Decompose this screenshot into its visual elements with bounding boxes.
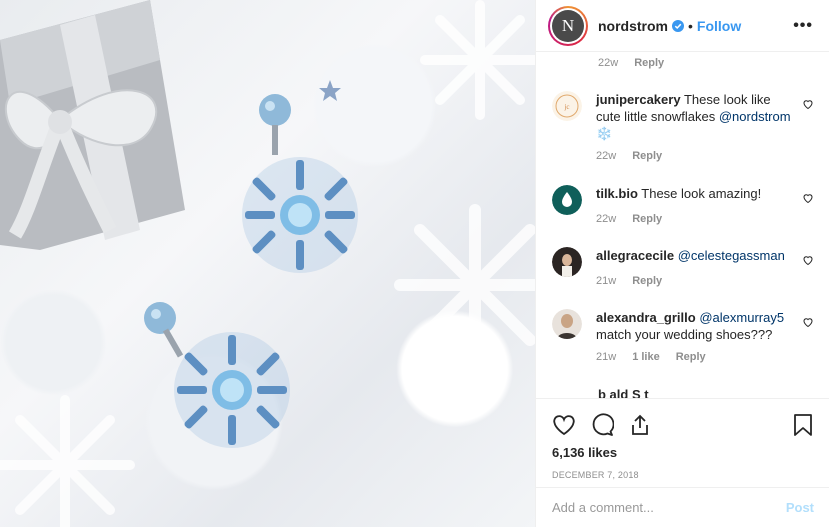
reply-button[interactable]: Reply <box>632 148 662 165</box>
comment-age: 21w <box>596 351 617 363</box>
header-username[interactable]: nordstrom <box>598 18 668 34</box>
comment-like-heart-icon[interactable] <box>802 315 814 333</box>
svg-text:jc: jc <box>563 103 569 111</box>
comment-age: 21w <box>596 275 617 287</box>
comment-meta: 21w 1 like Reply <box>596 349 794 366</box>
snowflake-emoji: ❄️ <box>596 126 613 141</box>
add-comment-bar: Post <box>536 487 829 527</box>
truncated-comment: b ald S t <box>598 387 649 398</box>
comment-meta: 22w Reply <box>596 148 794 165</box>
commenter-avatar[interactable] <box>552 309 582 339</box>
comment-meta: 22w Reply <box>598 57 664 69</box>
commenter-avatar[interactable]: jc <box>552 91 582 121</box>
comment-meta: 22w Reply <box>596 211 794 228</box>
comment-mention[interactable]: @alexmurray5 <box>699 310 784 325</box>
post-comment-button[interactable]: Post <box>786 500 814 515</box>
comment-input[interactable] <box>552 500 786 515</box>
comment-item: allegracecile @celestegassman 21w Reply <box>552 247 814 290</box>
commenter-avatar[interactable] <box>552 247 582 277</box>
avatar-letter: N <box>552 9 584 42</box>
comment-like-heart-icon[interactable] <box>802 191 814 209</box>
reply-button[interactable]: Reply <box>676 349 706 366</box>
comment-text: match your wedding shoes??? <box>596 327 773 342</box>
comment-bubble-icon[interactable] <box>590 413 614 437</box>
bookmark-icon[interactable] <box>792 413 814 437</box>
post-actions: 6,136 likes DECEMBER 7, 2018 <box>536 398 829 480</box>
comment-text: These look amazing! <box>641 186 762 201</box>
comments-list[interactable]: 22w Reply jc junipercakery These look li… <box>536 53 829 398</box>
commenter-username[interactable]: alexandra_grillo <box>596 310 696 325</box>
share-icon[interactable] <box>628 413 652 437</box>
comment-like-heart-icon[interactable] <box>802 253 814 271</box>
post-photo[interactable] <box>0 0 535 527</box>
reply-button[interactable]: Reply <box>632 273 662 290</box>
like-heart-icon[interactable] <box>552 413 576 437</box>
comment-item: tilk.bio These look amazing! 22w Reply <box>552 185 814 228</box>
comment-likes-count[interactable]: 1 like <box>632 349 660 366</box>
comment-mention[interactable]: @nordstrom <box>719 109 791 124</box>
earring-bottom <box>144 302 290 448</box>
gift-box <box>0 0 185 250</box>
profile-avatar[interactable]: N <box>548 5 588 46</box>
comment-age: 22w <box>596 213 617 225</box>
comment-like-heart-icon[interactable] <box>802 97 814 115</box>
likes-count[interactable]: 6,136 likes <box>552 445 814 460</box>
post-date: DECEMBER 7, 2018 <box>552 470 639 480</box>
commenter-username[interactable]: junipercakery <box>596 92 681 107</box>
earring-top <box>242 94 358 273</box>
comment-mention[interactable]: @celestegassman <box>678 248 785 263</box>
reply-button[interactable]: Reply <box>632 211 662 228</box>
follow-button[interactable]: Follow <box>697 18 741 34</box>
comment-item: alexandra_grillo @alexmurray5 match your… <box>552 309 814 366</box>
snowflake-prop-bottom <box>0 395 135 527</box>
header-separator: • <box>688 17 693 34</box>
comment-meta: 21w Reply <box>596 273 794 290</box>
snowflake-prop-right <box>394 204 535 366</box>
comment-age: 22w <box>596 150 617 162</box>
comment-item: jc junipercakery These look like cute li… <box>552 91 814 165</box>
commenter-avatar[interactable] <box>552 185 582 215</box>
commenter-username[interactable]: tilk.bio <box>596 186 638 201</box>
earrings-photo-illustration <box>0 0 535 527</box>
post-sidebar: N nordstrom • Follow ••• 22w Reply jc ju… <box>535 0 829 527</box>
post-header: N nordstrom • Follow ••• <box>536 0 829 52</box>
snowflake-prop-top <box>420 0 535 120</box>
reply-button[interactable]: Reply <box>634 57 664 69</box>
comment-age: 22w <box>598 57 619 69</box>
commenter-username[interactable]: allegracecile <box>596 248 674 263</box>
verified-badge-icon <box>672 19 684 32</box>
more-options-icon[interactable]: ••• <box>793 17 813 35</box>
sparkle-star <box>319 80 341 101</box>
